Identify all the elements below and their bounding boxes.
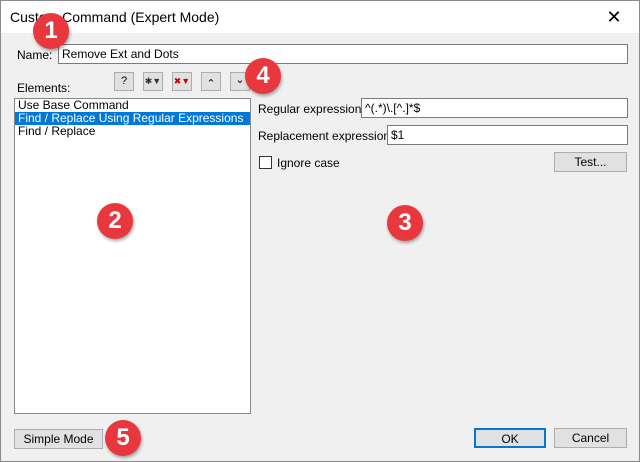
- callout-badge-2: 2: [97, 203, 133, 239]
- simple-mode-button[interactable]: Simple Mode: [14, 429, 103, 449]
- callout-badge-3: 3: [387, 205, 423, 241]
- callout-badge-1: 1: [33, 13, 69, 49]
- replacement-label: Replacement expression:: [258, 129, 394, 143]
- regex-label: Regular expression:: [258, 102, 365, 116]
- move-up-icon[interactable]: ⌃: [201, 72, 221, 91]
- callout-badge-4: 4: [245, 58, 281, 94]
- elements-label: Elements:: [17, 81, 71, 95]
- cancel-button[interactable]: Cancel: [554, 428, 627, 448]
- ignore-case-label: Ignore case: [277, 156, 340, 170]
- close-icon[interactable]: ✕: [599, 4, 629, 30]
- help-button[interactable]: ?: [114, 72, 134, 91]
- add-element-icon[interactable]: ✱▼: [143, 72, 163, 91]
- ignore-case-checkbox[interactable]: [259, 156, 272, 169]
- regex-input[interactable]: ^(.*)\.[^.]*$: [361, 98, 628, 118]
- remove-element-icon[interactable]: ✖▼: [172, 72, 192, 91]
- callout-badge-5: 5: [105, 420, 141, 456]
- test-button[interactable]: Test...: [554, 152, 627, 172]
- name-input[interactable]: Remove Ext and Dots: [58, 44, 628, 64]
- ok-button[interactable]: OK: [474, 428, 546, 448]
- replacement-input[interactable]: $1: [387, 125, 628, 145]
- list-item[interactable]: Find / Replace: [15, 125, 250, 138]
- elements-list[interactable]: Use Base Command Find / Replace Using Re…: [14, 98, 251, 414]
- name-label: Name:: [17, 48, 53, 62]
